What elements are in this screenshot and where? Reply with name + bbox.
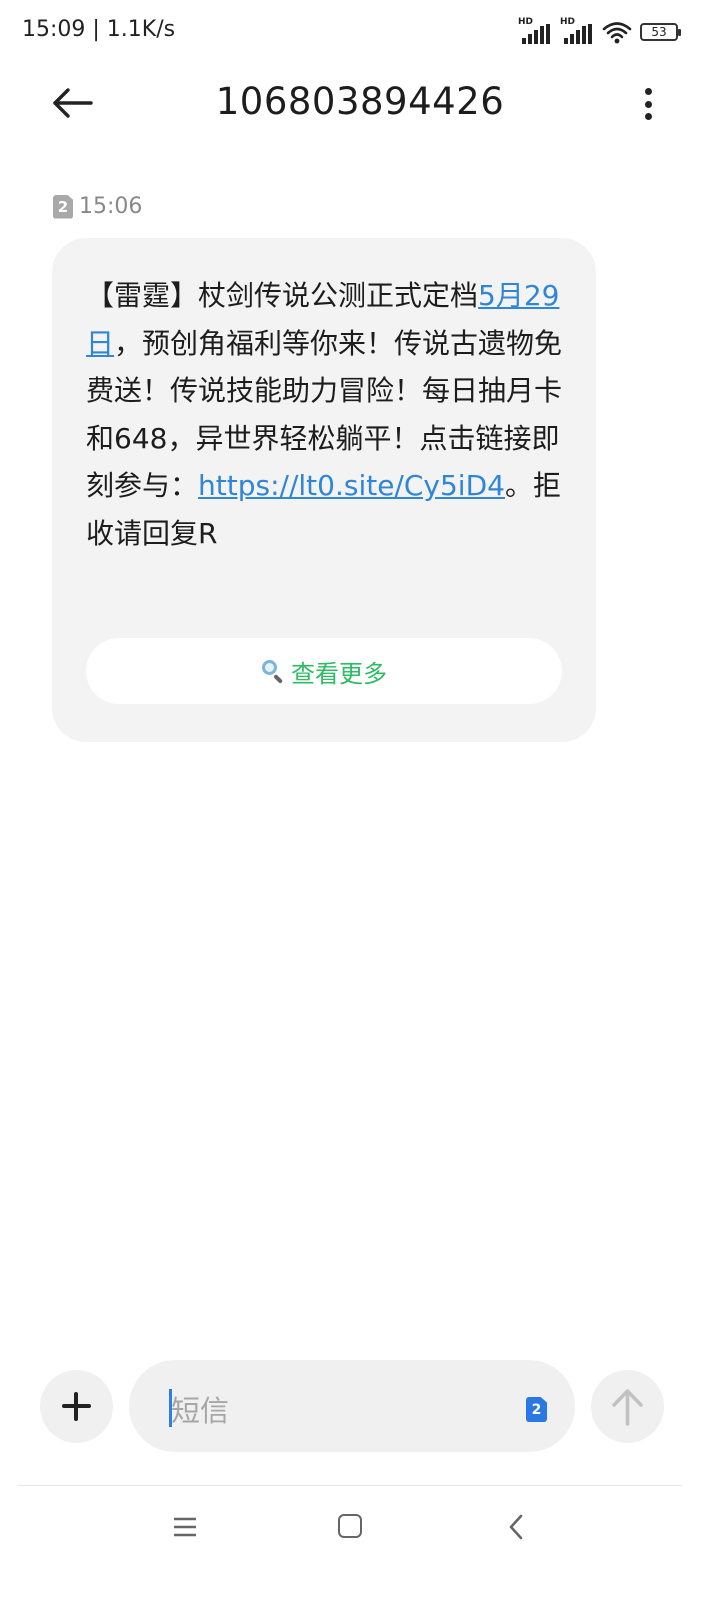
sim-select-icon[interactable]: 2 (526, 1397, 547, 1422)
nav-back-icon[interactable] (506, 1512, 526, 1542)
send-button[interactable] (591, 1370, 664, 1443)
menu-icon[interactable] (172, 1514, 198, 1540)
conversation-header: 106803894426 (0, 64, 720, 140)
attach-button[interactable] (40, 1370, 113, 1443)
battery-icon: 53 (640, 23, 681, 41)
status-time-speed: 15:09 | 1.1K/s (22, 17, 176, 42)
view-more-label: 查看更多 (291, 659, 387, 688)
more-vertical-icon (644, 88, 652, 95)
home-icon[interactable] (338, 1514, 362, 1538)
arrow-up-icon (612, 1389, 643, 1426)
message-time: 15:06 (79, 194, 143, 219)
system-nav-bar (0, 1486, 720, 1601)
signal-icon: HD (560, 17, 594, 44)
sim-card-icon: 2 (53, 194, 73, 219)
message-text: 【雷霆】杖剑传说公测正式定档5月29日，预创角福利等你来！传说古遗物免费送！传说… (86, 272, 566, 557)
message-text-part: 【雷霆】杖剑传说公测正式定档 (86, 279, 479, 312)
wifi-icon (602, 22, 632, 44)
compose-bar: 短信 2 (0, 1358, 720, 1454)
view-more-button[interactable]: 查看更多 (86, 638, 562, 704)
battery-level: 53 (651, 25, 667, 39)
sms-input[interactable]: 短信 2 (129, 1360, 575, 1452)
status-icons: HD HD 53 (518, 17, 681, 44)
message-timestamp: 2 15:06 (53, 194, 142, 219)
magnifier-icon (261, 659, 285, 683)
status-bar: 15:09 | 1.1K/s HD HD 53 (0, 0, 720, 64)
url-link[interactable]: https://lt0.site/Cy5iD4 (198, 469, 505, 502)
sms-placeholder: 短信 (171, 1394, 230, 1428)
page-title: 106803894426 (215, 80, 505, 123)
more-options-button[interactable] (642, 84, 654, 124)
signal-icon: HD (518, 17, 552, 44)
message-bubble[interactable]: 【雷霆】杖剑传说公测正式定档5月29日，预创角福利等你来！传说古遗物免费送！传说… (52, 238, 596, 742)
